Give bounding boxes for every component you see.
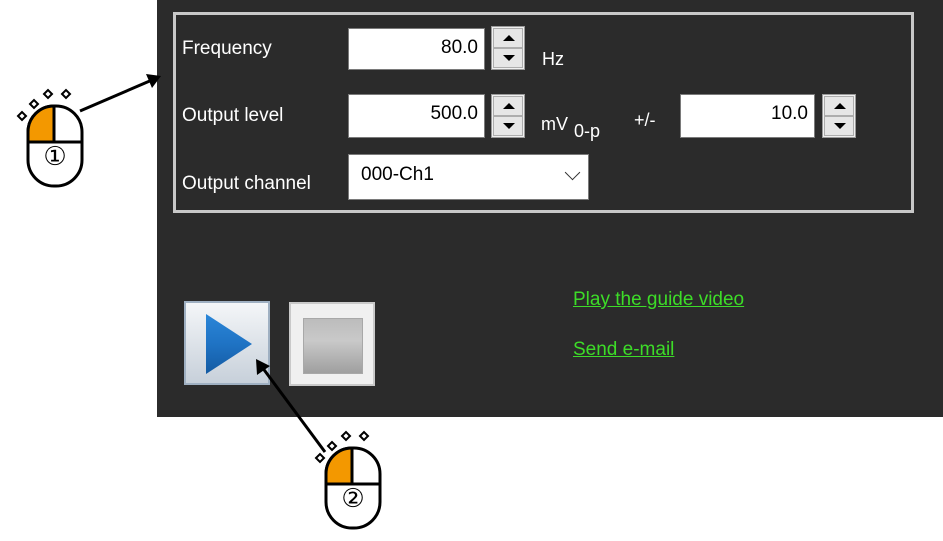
annotation-arrows bbox=[79, 74, 327, 453]
mouse-left-click-icon: ② bbox=[304, 426, 394, 541]
mouse-left-click-icon: ① bbox=[6, 84, 96, 199]
step-1-marker: ① bbox=[43, 142, 67, 172]
step-2-marker: ② bbox=[341, 484, 365, 514]
